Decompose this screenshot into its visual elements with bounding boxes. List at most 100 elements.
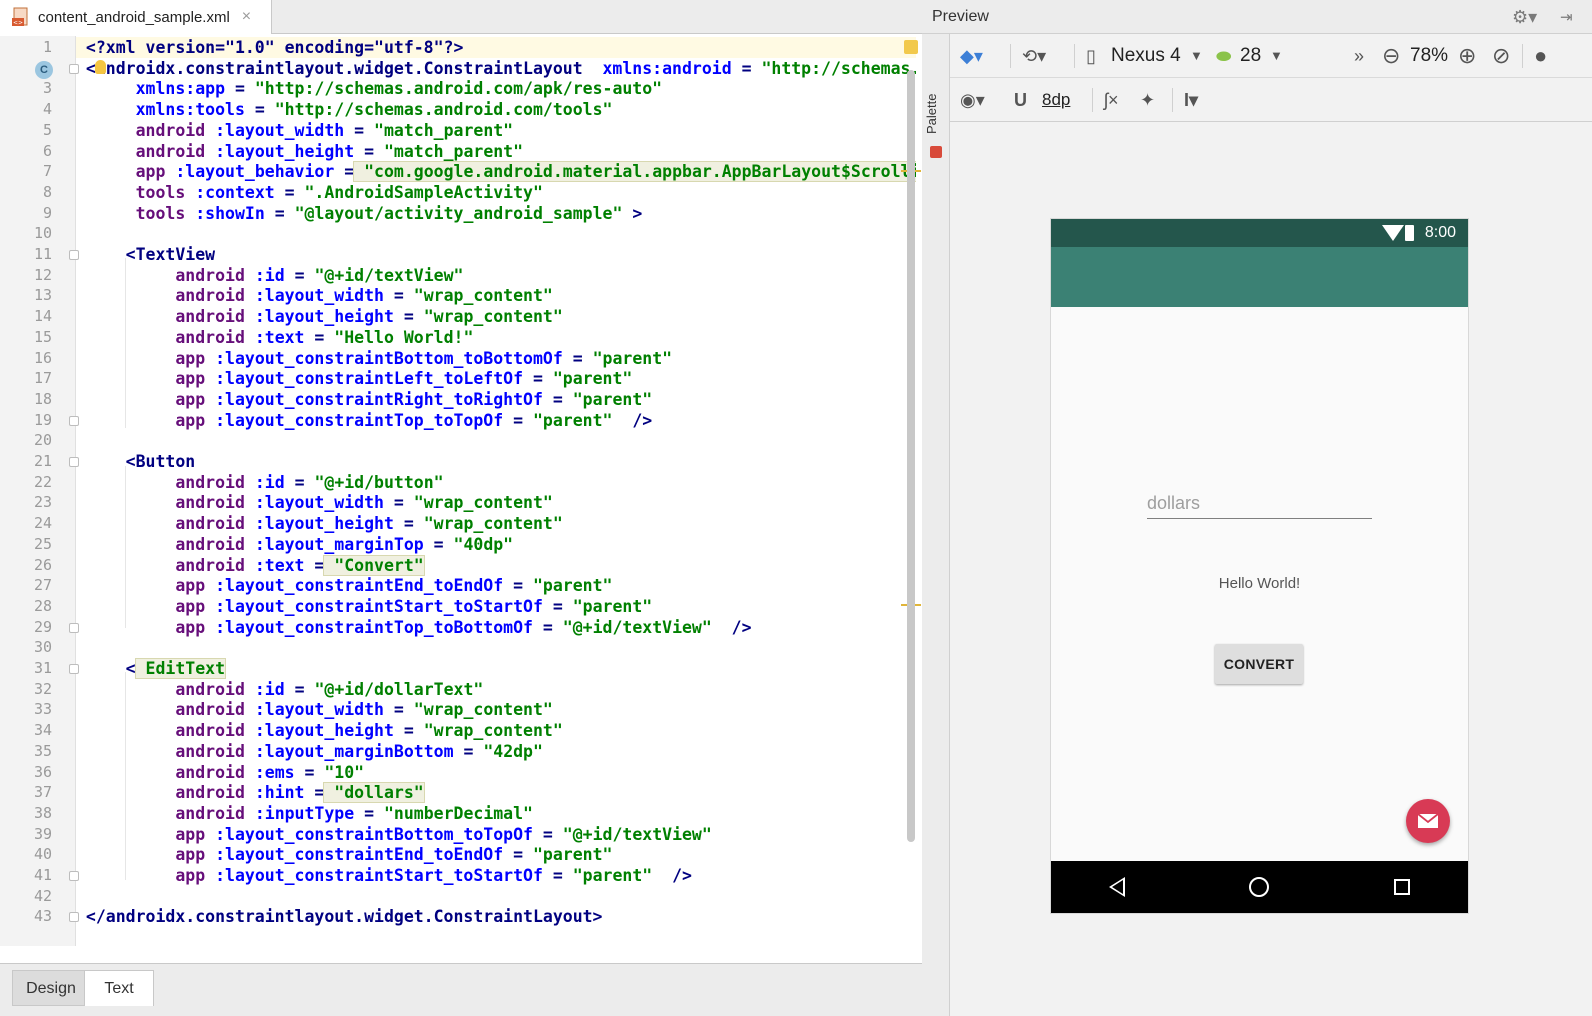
code-token: :layout_constraintEnd_toEndOf	[205, 845, 504, 865]
chevron-down-icon[interactable]: ▼	[1190, 34, 1203, 78]
code-line[interactable]: app :layout_constraintBottom_toTopOf = "…	[76, 824, 916, 845]
overflow-icon[interactable]: »	[1354, 34, 1364, 78]
code-line[interactable]: xmlns:tools = "http://schemas.android.co…	[76, 99, 916, 120]
home-icon[interactable]	[1249, 877, 1269, 897]
chevron-down-icon[interactable]: ▼	[1270, 34, 1283, 78]
dollars-input[interactable]: dollars	[1147, 487, 1372, 519]
code-line[interactable]: android :layout_marginBottom = "42dp"	[76, 741, 916, 762]
code-line[interactable]: android :layout_marginTop = "40dp"	[76, 534, 916, 555]
android-api-icon[interactable]: ⬬	[1216, 34, 1231, 78]
code-line[interactable]: <?xml version="1.0" encoding="utf-8"?>	[76, 37, 916, 58]
code-line[interactable]: app :layout_constraintEnd_toEndOf = "par…	[76, 575, 916, 596]
code-line[interactable]: android :layout_height = "wrap_content"	[76, 513, 916, 534]
code-line[interactable]: <TextView	[76, 244, 916, 265]
magnet-icon[interactable]: U	[1014, 78, 1027, 122]
code-line[interactable]: android :layout_height = "match_parent"	[76, 141, 916, 162]
code-line[interactable]: app :layout_constraintStart_toStartOf = …	[76, 596, 916, 617]
close-tab-icon[interactable]: ×	[242, 8, 251, 26]
code-token: :ems	[244, 762, 295, 782]
divider	[1522, 44, 1523, 68]
eye-icon[interactable]: ◉▾	[960, 78, 985, 122]
code-line[interactable]: android :text = "Hello World!"	[76, 327, 916, 348]
code-area[interactable]: <?xml version="1.0" encoding="utf-8"?> <…	[76, 36, 916, 946]
code-line[interactable]: tools :showIn = "@layout/activity_androi…	[76, 203, 916, 224]
hello-world-text[interactable]: Hello World!	[1051, 575, 1468, 592]
code-line[interactable]: android :layout_width = "match_parent"	[76, 120, 916, 141]
code-line[interactable]: android :layout_height = "wrap_content"	[76, 306, 916, 327]
code-line[interactable]: app :layout_constraintTop_toBottomOf = "…	[76, 617, 916, 638]
code-line[interactable]: android :ems = "10"	[76, 762, 916, 783]
code-line[interactable]: android :id = "@+id/dollarText"	[76, 679, 916, 700]
code-line[interactable]	[76, 637, 916, 658]
tab-content-android-sample[interactable]: <> content_android_sample.xml ×	[0, 0, 272, 34]
code-line[interactable]: <androidx.constraintlayout.widget.Constr…	[76, 58, 916, 79]
hide-panel-icon[interactable]: ⇥	[1560, 8, 1573, 26]
palette-label[interactable]: Palette	[924, 84, 948, 144]
zoom-level: 78%	[1410, 45, 1449, 66]
code-token: =	[393, 307, 414, 327]
code-token: "parent"	[523, 410, 613, 430]
line-number: 33	[33, 700, 52, 719]
code-line[interactable]: < EditText	[76, 658, 916, 679]
code-token: android	[165, 307, 245, 327]
code-line[interactable]: app :layout_constraintEnd_toEndOf = "par…	[76, 844, 916, 865]
clear-constraints-icon[interactable]: ʃ×	[1104, 78, 1119, 122]
code-line[interactable]: </androidx.constraintlayout.widget.Const…	[76, 906, 916, 927]
device-selector[interactable]: Nexus 4	[1111, 34, 1181, 78]
code-line[interactable]: android :layout_height = "wrap_content"	[76, 720, 916, 741]
code-line[interactable]: app :layout_behavior = "com.google.andro…	[76, 161, 916, 183]
tab-design[interactable]: Design	[12, 970, 90, 1006]
code-line[interactable]: android :hint = "dollars"	[76, 782, 916, 804]
editor-scrollbar[interactable]	[907, 70, 915, 842]
warning-indicator-icon[interactable]	[904, 40, 918, 54]
code-line[interactable]: android :layout_width = "wrap_content"	[76, 285, 916, 306]
code-line[interactable]: app :layout_constraintTop_toTopOf = "par…	[76, 410, 916, 431]
fab-mail-button[interactable]	[1406, 799, 1450, 843]
class-badge-icon[interactable]: C	[35, 61, 53, 79]
phone-preview[interactable]: 8:00 dollars Hello World! CONVERT	[1051, 219, 1468, 913]
code-line[interactable]: <Button	[76, 451, 916, 472]
code-line[interactable]: android :inputType = "numberDecimal"	[76, 803, 916, 824]
zoom-fit-icon[interactable]: ⊘	[1492, 34, 1510, 78]
code-token: <	[76, 659, 136, 678]
svg-text:<>: <>	[13, 20, 23, 27]
recents-icon[interactable]	[1394, 879, 1410, 895]
infer-constraints-icon[interactable]: ✦	[1140, 78, 1155, 122]
code-line[interactable]	[76, 223, 916, 244]
default-margin[interactable]: 8dp	[1042, 78, 1070, 122]
code-line[interactable]: android :layout_width = "wrap_content"	[76, 492, 916, 513]
code-line[interactable]: android :id = "@+id/textView"	[76, 265, 916, 286]
code-line[interactable]: app :layout_constraintRight_toRightOf = …	[76, 389, 916, 410]
code-line[interactable]: app :layout_constraintStart_toStartOf = …	[76, 865, 916, 886]
palette-sidebar[interactable]: Palette	[922, 34, 950, 1016]
tab-text[interactable]: Text	[84, 970, 154, 1006]
code-line[interactable]	[76, 886, 916, 907]
warning-icon[interactable]: ●	[1534, 34, 1547, 78]
zoom-in-icon[interactable]: ⊕	[1458, 34, 1476, 78]
code-line[interactable]: android :layout_width = "wrap_content"	[76, 699, 916, 720]
code-line[interactable]: app :layout_constraintBottom_toBottomOf …	[76, 348, 916, 369]
code-line[interactable]: android :id = "@+id/button"	[76, 472, 916, 493]
code-token: android	[165, 265, 245, 285]
palette-icon[interactable]	[930, 146, 942, 158]
code-line[interactable]: android :text = "Convert"	[76, 554, 916, 576]
intention-bulb-icon[interactable]	[95, 60, 106, 74]
api-level-selector[interactable]: 28	[1240, 34, 1261, 78]
layers-icon[interactable]: ◆▾	[960, 34, 983, 78]
zoom-out-icon[interactable]: ⊖	[1382, 34, 1400, 78]
code-line[interactable]: tools :context = ".AndroidSampleActivity…	[76, 182, 916, 203]
code-token: :layout_constraintRight_toRightOf	[205, 389, 543, 409]
code-line[interactable]: xmlns:app = "http://schemas.android.com/…	[76, 78, 916, 99]
xml-file-icon: <>	[12, 7, 32, 27]
code-line[interactable]	[76, 430, 916, 451]
guidelines-icon[interactable]: I▾	[1184, 78, 1198, 122]
convert-button[interactable]: CONVERT	[1215, 644, 1303, 684]
device-icon[interactable]: ▯	[1086, 34, 1096, 78]
orientation-icon[interactable]: ⟲▾	[1022, 34, 1046, 78]
code-line[interactable]: app :layout_constraintLeft_toLeftOf = "p…	[76, 368, 916, 389]
gear-icon[interactable]: ⚙▾	[1512, 7, 1537, 28]
